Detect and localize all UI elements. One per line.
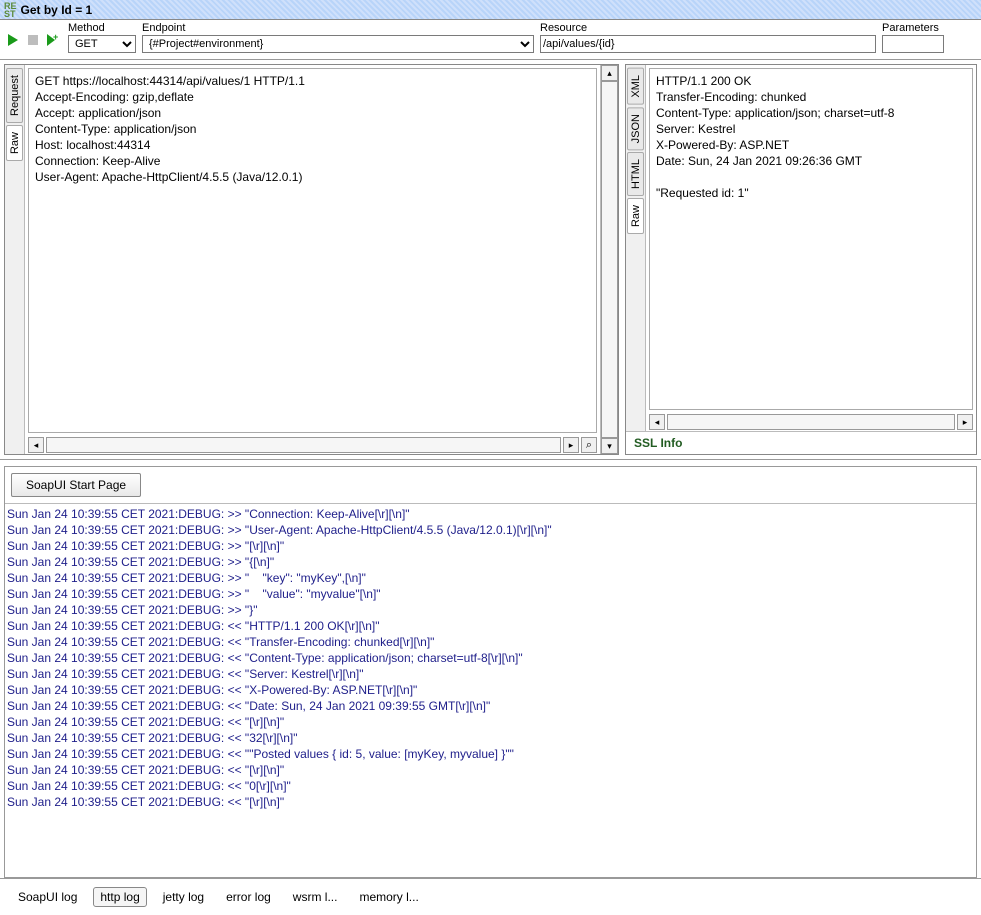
- tab-request[interactable]: Request: [6, 68, 23, 123]
- request-hscroll[interactable]: ◂ ▸ ⌕: [25, 436, 600, 454]
- window-title: Get by Id = 1: [21, 3, 93, 17]
- log-line: Sun Jan 24 10:39:55 CET 2021:DEBUG: << "…: [5, 714, 976, 730]
- request-raw-text[interactable]: GET https://localhost:44314/api/values/1…: [28, 68, 597, 433]
- log-line: Sun Jan 24 10:39:55 CET 2021:DEBUG: >> "…: [5, 554, 976, 570]
- log-area: SoapUI Start Page Sun Jan 24 10:39:55 CE…: [4, 466, 977, 878]
- scroll-track[interactable]: [601, 81, 618, 438]
- log-line: Sun Jan 24 10:39:55 CET 2021:DEBUG: >> "…: [5, 586, 976, 602]
- log-line: Sun Jan 24 10:39:55 CET 2021:DEBUG: << "…: [5, 650, 976, 666]
- run-icon[interactable]: [4, 31, 22, 49]
- scroll-right-icon[interactable]: ▸: [957, 414, 973, 430]
- log-line: Sun Jan 24 10:39:55 CET 2021:DEBUG: >> "…: [5, 522, 976, 538]
- method-select[interactable]: GET: [68, 35, 136, 53]
- tab-html[interactable]: HTML: [627, 152, 644, 196]
- tab-json[interactable]: JSON: [627, 107, 644, 150]
- footer-tab-wsrm-l-[interactable]: wsrm l...: [287, 888, 344, 906]
- response-pane: XML JSON HTML Raw HTTP/1.1 200 OK Transf…: [625, 64, 977, 455]
- log-line: Sun Jan 24 10:39:55 CET 2021:DEBUG: << "…: [5, 762, 976, 778]
- footer-tab-memory-l-[interactable]: memory l...: [353, 888, 424, 906]
- request-vscroll[interactable]: ▴ ▾: [600, 65, 618, 454]
- request-vertical-tabs: Request Raw: [5, 65, 25, 454]
- parameters-input[interactable]: [882, 35, 944, 53]
- endpoint-select[interactable]: {#Project#environment}: [142, 35, 534, 53]
- scroll-right-icon[interactable]: ▸: [563, 437, 579, 453]
- request-response-area: Request Raw GET https://localhost:44314/…: [0, 60, 981, 460]
- response-vertical-tabs: XML JSON HTML Raw: [626, 65, 646, 431]
- footer-tab-http-log[interactable]: http log: [93, 887, 146, 907]
- soapui-start-page-button[interactable]: SoapUI Start Page: [11, 473, 141, 497]
- tab-xml[interactable]: XML: [627, 68, 644, 105]
- log-line: Sun Jan 24 10:39:55 CET 2021:DEBUG: >> "…: [5, 570, 976, 586]
- response-raw-text[interactable]: HTTP/1.1 200 OK Transfer-Encoding: chunk…: [649, 68, 973, 410]
- footer-tabs: SoapUI log http log jetty log error log wsrm…: [0, 878, 981, 915]
- log-line: Sun Jan 24 10:39:55 CET 2021:DEBUG: >> "…: [5, 538, 976, 554]
- log-line: Sun Jan 24 10:39:55 CET 2021:DEBUG: << "…: [5, 778, 976, 794]
- log-lines[interactable]: Sun Jan 24 10:39:55 CET 2021:DEBUG: >> "…: [5, 504, 976, 877]
- log-line: Sun Jan 24 10:39:55 CET 2021:DEBUG: << "…: [5, 634, 976, 650]
- search-icon[interactable]: ⌕: [581, 437, 597, 453]
- toolbar: + Method GET Endpoint {#Project#environm…: [0, 20, 981, 60]
- log-line: Sun Jan 24 10:39:55 CET 2021:DEBUG: << "…: [5, 746, 976, 762]
- rest-icon: RE ST: [4, 2, 17, 18]
- tab-raw-response[interactable]: Raw: [627, 198, 644, 234]
- footer-tab-soapui-log[interactable]: SoapUI log: [12, 888, 83, 906]
- footer-tab-jetty-log[interactable]: jetty log: [157, 888, 210, 906]
- ssl-info-link[interactable]: SSL Info: [626, 431, 976, 454]
- log-line: Sun Jan 24 10:39:55 CET 2021:DEBUG: << "…: [5, 730, 976, 746]
- scroll-track[interactable]: [667, 414, 955, 430]
- footer-tab-error-log[interactable]: error log: [220, 888, 277, 906]
- resource-label: Resource: [540, 22, 876, 34]
- log-line: Sun Jan 24 10:39:55 CET 2021:DEBUG: >> "…: [5, 506, 976, 522]
- resource-input[interactable]: [540, 35, 876, 53]
- title-bar: RE ST Get by Id = 1: [0, 0, 981, 20]
- log-line: Sun Jan 24 10:39:55 CET 2021:DEBUG: << "…: [5, 794, 976, 810]
- request-pane: Request Raw GET https://localhost:44314/…: [4, 64, 619, 455]
- scroll-track[interactable]: [46, 437, 561, 453]
- log-line: Sun Jan 24 10:39:55 CET 2021:DEBUG: << "…: [5, 698, 976, 714]
- response-hscroll[interactable]: ◂ ▸: [646, 413, 976, 431]
- endpoint-label: Endpoint: [142, 22, 534, 34]
- scroll-left-icon[interactable]: ◂: [649, 414, 665, 430]
- log-line: Sun Jan 24 10:39:55 CET 2021:DEBUG: << "…: [5, 666, 976, 682]
- scroll-down-icon[interactable]: ▾: [601, 438, 618, 454]
- parameters-label: Parameters: [882, 22, 944, 34]
- log-line: Sun Jan 24 10:39:55 CET 2021:DEBUG: << "…: [5, 682, 976, 698]
- log-line: Sun Jan 24 10:39:55 CET 2021:DEBUG: << "…: [5, 618, 976, 634]
- scroll-left-icon[interactable]: ◂: [28, 437, 44, 453]
- svg-text:+: +: [53, 32, 58, 42]
- method-label: Method: [68, 22, 136, 34]
- log-line: Sun Jan 24 10:39:55 CET 2021:DEBUG: >> "…: [5, 602, 976, 618]
- scroll-up-icon[interactable]: ▴: [601, 65, 618, 81]
- tab-raw-request[interactable]: Raw: [6, 125, 23, 161]
- add-to-testcase-icon[interactable]: +: [44, 31, 62, 49]
- stop-icon[interactable]: [24, 31, 42, 49]
